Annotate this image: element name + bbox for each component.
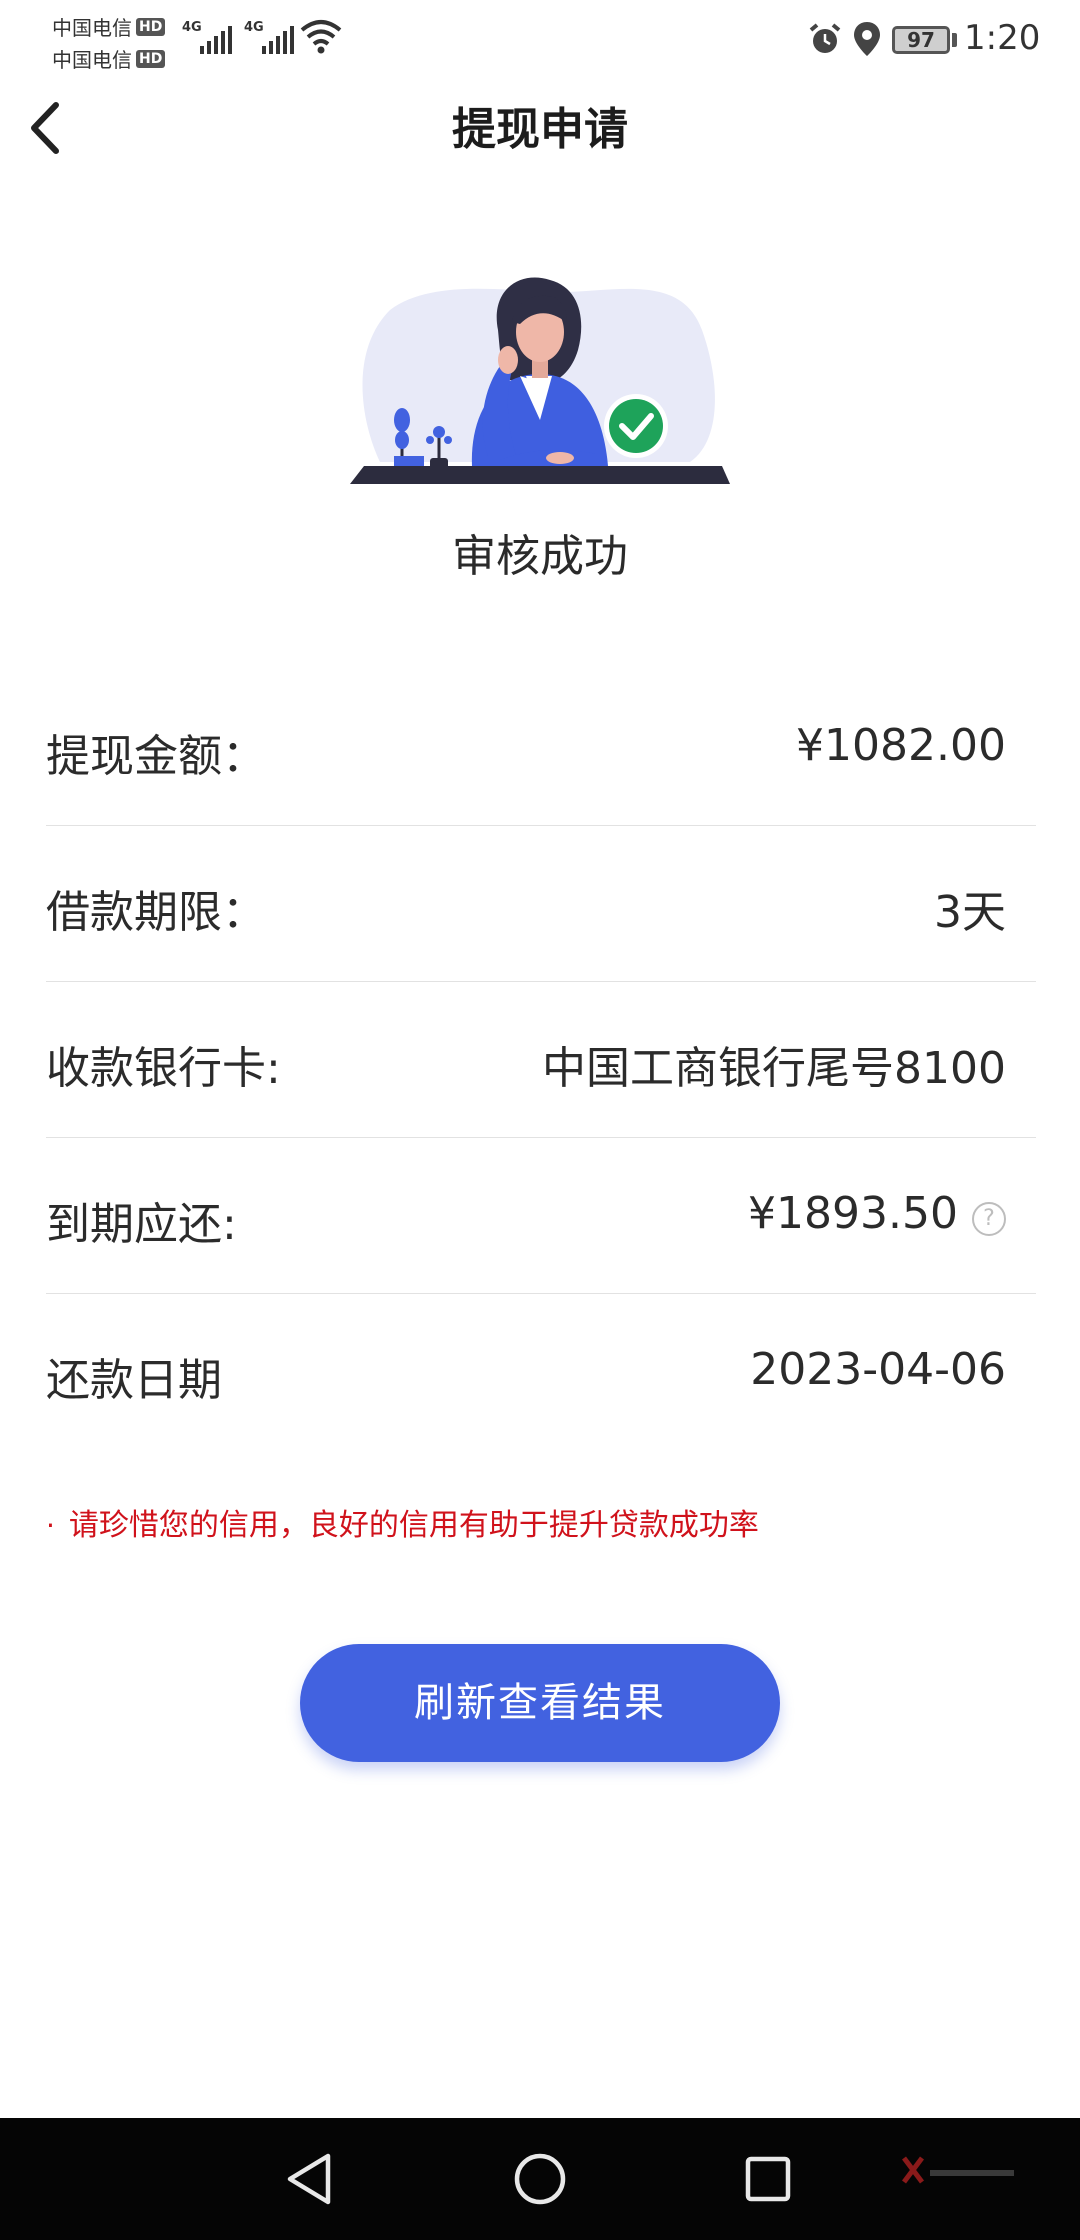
carrier-1-name: 中国电信 [52, 16, 132, 40]
detail-row-due-amount: 到期应还: ¥1893.50 ? [46, 1138, 1036, 1294]
credit-notice: · 请珍惜您的信用，良好的信用有助于提升贷款成功率 [46, 1500, 759, 1544]
review-status-text: 审核成功 [452, 531, 628, 582]
notice-text: 请珍惜您的信用，良好的信用有助于提升贷款成功率 [68, 1508, 759, 1543]
refresh-result-button[interactable]: 刷新查看结果 [300, 1644, 780, 1762]
withdraw-application-page: 中国电信 HD 中国电信 HD 4G 4G 97 1:20 提现申请 审核成功 … [0, 0, 1080, 2240]
detail-label: 到期应还: [46, 1199, 237, 1250]
alarm-icon [809, 23, 841, 53]
detail-value: 3天 [934, 887, 1006, 938]
page-title: 提现申请 [452, 104, 628, 155]
detail-row-term: 借款期限： 3天 [46, 826, 1036, 982]
back-triangle-icon [287, 2153, 331, 2205]
help-icon[interactable]: ? [972, 1202, 1006, 1236]
success-illustration [350, 277, 730, 484]
hd-badge: HD [136, 17, 166, 36]
back-button[interactable] [22, 100, 66, 156]
recents-square-icon [745, 2156, 791, 2202]
carrier-1: 中国电信 HD [52, 12, 166, 41]
detail-label: 还款日期 [46, 1355, 222, 1406]
detail-row-repayment-date: 还款日期 2023-04-06 [46, 1294, 1036, 1450]
detail-label: 收款银行卡: [46, 1043, 281, 1094]
withdraw-details: 提现金额： ¥1082.00 借款期限： 3天 收款银行卡: 中国工商银行尾号8… [46, 670, 1036, 1450]
detail-value: 中国工商银行尾号8100 [542, 1043, 1006, 1094]
detail-row-bank-card: 收款银行卡: 中国工商银行尾号8100 [46, 982, 1036, 1138]
clock: 1:20 [964, 18, 1041, 58]
network-type-1: 4G [182, 20, 202, 35]
nav-back-button[interactable] [274, 2146, 344, 2212]
wifi-icon [300, 20, 342, 54]
notice-bullet: · [46, 1509, 55, 1542]
home-circle-icon [514, 2153, 566, 2205]
nav-recents-button[interactable] [733, 2146, 803, 2212]
network-type-2: 4G [244, 20, 264, 35]
carrier-2-name: 中国电信 [52, 48, 132, 72]
nav-home-button[interactable] [505, 2146, 575, 2212]
detail-label: 提现金额： [46, 731, 266, 782]
battery-tip [952, 33, 957, 47]
system-nav-bar [0, 2118, 1080, 2240]
detail-value: ¥1082.00 [796, 720, 1006, 771]
detail-row-amount: 提现金额： ¥1082.00 [46, 670, 1036, 826]
watermark-logo [902, 2156, 1014, 2184]
battery-indicator: 97 [892, 26, 950, 54]
carrier-2: 中国电信 HD [52, 44, 166, 73]
location-icon [854, 22, 880, 56]
detail-value: ¥1893.50 [748, 1188, 958, 1239]
detail-label: 借款期限： [46, 887, 266, 938]
status-bar: 中国电信 HD 中国电信 HD 4G 4G 97 1:20 [0, 0, 1080, 80]
detail-value: 2023-04-06 [750, 1344, 1006, 1395]
chevron-left-icon [31, 102, 59, 154]
hd-badge: HD [136, 49, 166, 68]
